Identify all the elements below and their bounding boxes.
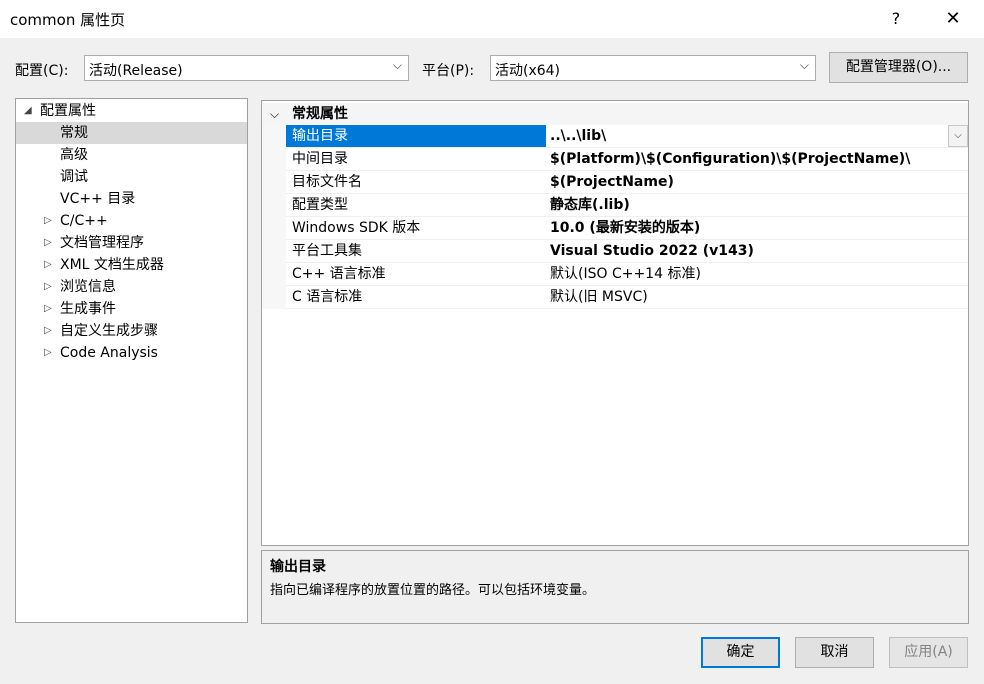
property-row-output-dir[interactable]: 输出目录 ..\..\lib\ ⌵ <box>286 125 968 148</box>
description-panel: 输出目录 指向已编译程序的放置位置的路径。可以包括环境变量。 <box>261 550 969 624</box>
property-grid: ⌵ 常规属性 输出目录 ..\..\lib\ ⌵ 中间目录 $(Platform… <box>261 100 969 546</box>
ok-button[interactable]: 确定 <box>701 637 780 668</box>
close-icon: ✕ <box>945 8 961 29</box>
platform-label: 平台(P): <box>422 63 475 79</box>
apply-button[interactable]: 应用(A) <box>889 637 968 668</box>
window-title: common 属性页 <box>10 11 126 29</box>
tree-item-build-events[interactable]: ▷ 生成事件 <box>16 298 247 320</box>
property-name: Windows SDK 版本 <box>292 220 421 236</box>
property-name: 配置类型 <box>292 197 348 213</box>
config-value: 活动(Release) <box>89 63 183 79</box>
tree-item-custom-build-step[interactable]: ▷ 自定义生成步骤 <box>16 320 247 342</box>
title-bar: common 属性页 ? ✕ <box>0 0 984 38</box>
property-value[interactable]: Visual Studio 2022 (v143) <box>550 240 754 263</box>
chevron-down-icon[interactable]: ⌵ <box>270 103 279 125</box>
property-row-c-standard[interactable]: C 语言标准 默认(旧 MSVC) <box>286 286 968 309</box>
triangle-right-icon[interactable]: ▷ <box>44 210 52 232</box>
triangle-right-icon[interactable]: ▷ <box>44 342 52 364</box>
tree-item-label: XML 文档生成器 <box>60 257 164 273</box>
property-value[interactable]: ..\..\lib\ <box>550 125 606 148</box>
config-manager-button[interactable]: 配置管理器(O)... <box>829 52 968 83</box>
tree-item-label: 生成事件 <box>60 301 116 317</box>
triangle-down-icon[interactable]: ◢ <box>24 100 32 122</box>
chevron-down-icon: ⌵ <box>799 58 809 72</box>
tree-item-advanced[interactable]: 高级 <box>16 144 247 166</box>
tree-item-label: C/C++ <box>60 213 108 229</box>
tree-item-label: 浏览信息 <box>60 279 116 295</box>
property-row-intermediate-dir[interactable]: 中间目录 $(Platform)\$(Configuration)\$(Proj… <box>286 148 968 171</box>
property-row-sdk-version[interactable]: Windows SDK 版本 10.0 (最新安装的版本) <box>286 217 968 240</box>
tree-item-label: 自定义生成步骤 <box>60 323 158 339</box>
platform-value: 活动(x64) <box>495 63 561 79</box>
property-name: 输出目录 <box>292 128 348 144</box>
tree-item-label: 调试 <box>60 169 88 185</box>
section-header[interactable]: ⌵ 常规属性 <box>262 103 968 125</box>
tree-item-doc-manager[interactable]: ▷ 文档管理程序 <box>16 232 247 254</box>
property-name: 中间目录 <box>292 151 348 167</box>
tree-item-xml-doc-generator[interactable]: ▷ XML 文档生成器 <box>16 254 247 276</box>
help-button[interactable]: ? <box>886 7 906 31</box>
property-row-toolset[interactable]: 平台工具集 Visual Studio 2022 (v143) <box>286 240 968 263</box>
triangle-right-icon[interactable]: ▷ <box>44 320 52 342</box>
close-button[interactable]: ✕ <box>940 6 966 32</box>
chevron-down-icon: ⌵ <box>392 58 402 72</box>
triangle-right-icon[interactable]: ▷ <box>44 232 52 254</box>
tree-item-vc-directories[interactable]: VC++ 目录 <box>16 188 247 210</box>
tree-item-label: VC++ 目录 <box>60 191 136 207</box>
chevron-down-icon[interactable]: ⌵ <box>948 125 968 147</box>
property-tree: ◢ 配置属性 常规 高级 调试 VC++ 目录 ▷ C/C++ ▷ 文档管理程序… <box>15 98 248 623</box>
property-value[interactable]: $(Platform)\$(Configuration)\$(ProjectNa… <box>550 148 910 171</box>
property-value[interactable]: 默认(ISO C++14 标准) <box>550 263 701 286</box>
config-label: 配置(C): <box>15 63 69 79</box>
property-value[interactable]: $(ProjectName) <box>550 171 674 194</box>
property-value[interactable]: 10.0 (最新安装的版本) <box>550 217 700 240</box>
tree-item-label: 文档管理程序 <box>60 235 144 251</box>
triangle-right-icon[interactable]: ▷ <box>44 276 52 298</box>
property-row-config-type[interactable]: 配置类型 静态库(.lib) <box>286 194 968 217</box>
tree-item-general[interactable]: 常规 <box>16 122 247 144</box>
property-row-target-name[interactable]: 目标文件名 $(ProjectName) <box>286 171 968 194</box>
grid-margin <box>262 125 286 309</box>
triangle-right-icon[interactable]: ▷ <box>44 298 52 320</box>
section-title: 常规属性 <box>292 106 348 122</box>
tree-item-debugging[interactable]: 调试 <box>16 166 247 188</box>
tree-item-label: 常规 <box>60 125 88 141</box>
triangle-right-icon[interactable]: ▷ <box>44 254 52 276</box>
property-name: 目标文件名 <box>292 174 362 190</box>
platform-combo[interactable]: 活动(x64) ⌵ <box>490 55 816 81</box>
cancel-button[interactable]: 取消 <box>795 637 874 668</box>
tree-item-label: Code Analysis <box>60 345 158 361</box>
property-name: C++ 语言标准 <box>292 266 386 282</box>
tree-item-code-analysis[interactable]: ▷ Code Analysis <box>16 342 247 364</box>
tree-root-label: 配置属性 <box>40 103 96 119</box>
tree-root[interactable]: ◢ 配置属性 <box>16 100 247 122</box>
description-text: 指向已编译程序的放置位置的路径。可以包括环境变量。 <box>270 583 596 598</box>
property-name: C 语言标准 <box>292 289 363 305</box>
property-value[interactable]: 静态库(.lib) <box>550 194 630 217</box>
tree-item-label: 高级 <box>60 147 88 163</box>
tree-item-browse-info[interactable]: ▷ 浏览信息 <box>16 276 247 298</box>
tree-item-c-cpp[interactable]: ▷ C/C++ <box>16 210 247 232</box>
property-value[interactable]: 默认(旧 MSVC) <box>550 286 648 309</box>
property-name: 平台工具集 <box>292 243 362 259</box>
config-combo[interactable]: 活动(Release) ⌵ <box>84 55 409 81</box>
description-title: 输出目录 <box>270 559 326 575</box>
property-row-cpp-standard[interactable]: C++ 语言标准 默认(ISO C++14 标准) <box>286 263 968 286</box>
